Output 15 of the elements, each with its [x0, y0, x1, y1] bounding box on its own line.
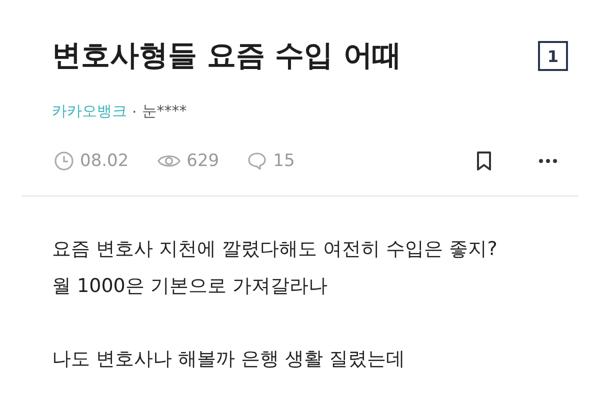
- more-options-icon[interactable]: [538, 158, 558, 164]
- page-number-badge: 1: [538, 41, 568, 71]
- separator-dot: ·: [132, 102, 137, 120]
- post-title: 변호사형들 요즘 수입 어때: [52, 37, 402, 74]
- company-name[interactable]: 카카오뱅크: [52, 102, 127, 121]
- bookmark-icon[interactable]: [476, 151, 492, 171]
- stat-value: 15: [273, 151, 295, 171]
- body-text-line: 나도 변호사나 해볼까 은행 생활 질렸는데: [52, 347, 406, 372]
- body-text-line: 요즘 변호사 지천에 깔렸다해도 여전히 수입은 좋지?: [52, 237, 498, 262]
- author-name: 눈****: [142, 102, 187, 121]
- clock-icon: [54, 151, 74, 171]
- body-text-line: 월 1000은 기본으로 가져갈라나: [52, 274, 328, 299]
- speech-bubble-icon: [247, 151, 268, 171]
- stat-value: 08.02: [80, 151, 129, 171]
- stat-value: 629: [186, 151, 220, 171]
